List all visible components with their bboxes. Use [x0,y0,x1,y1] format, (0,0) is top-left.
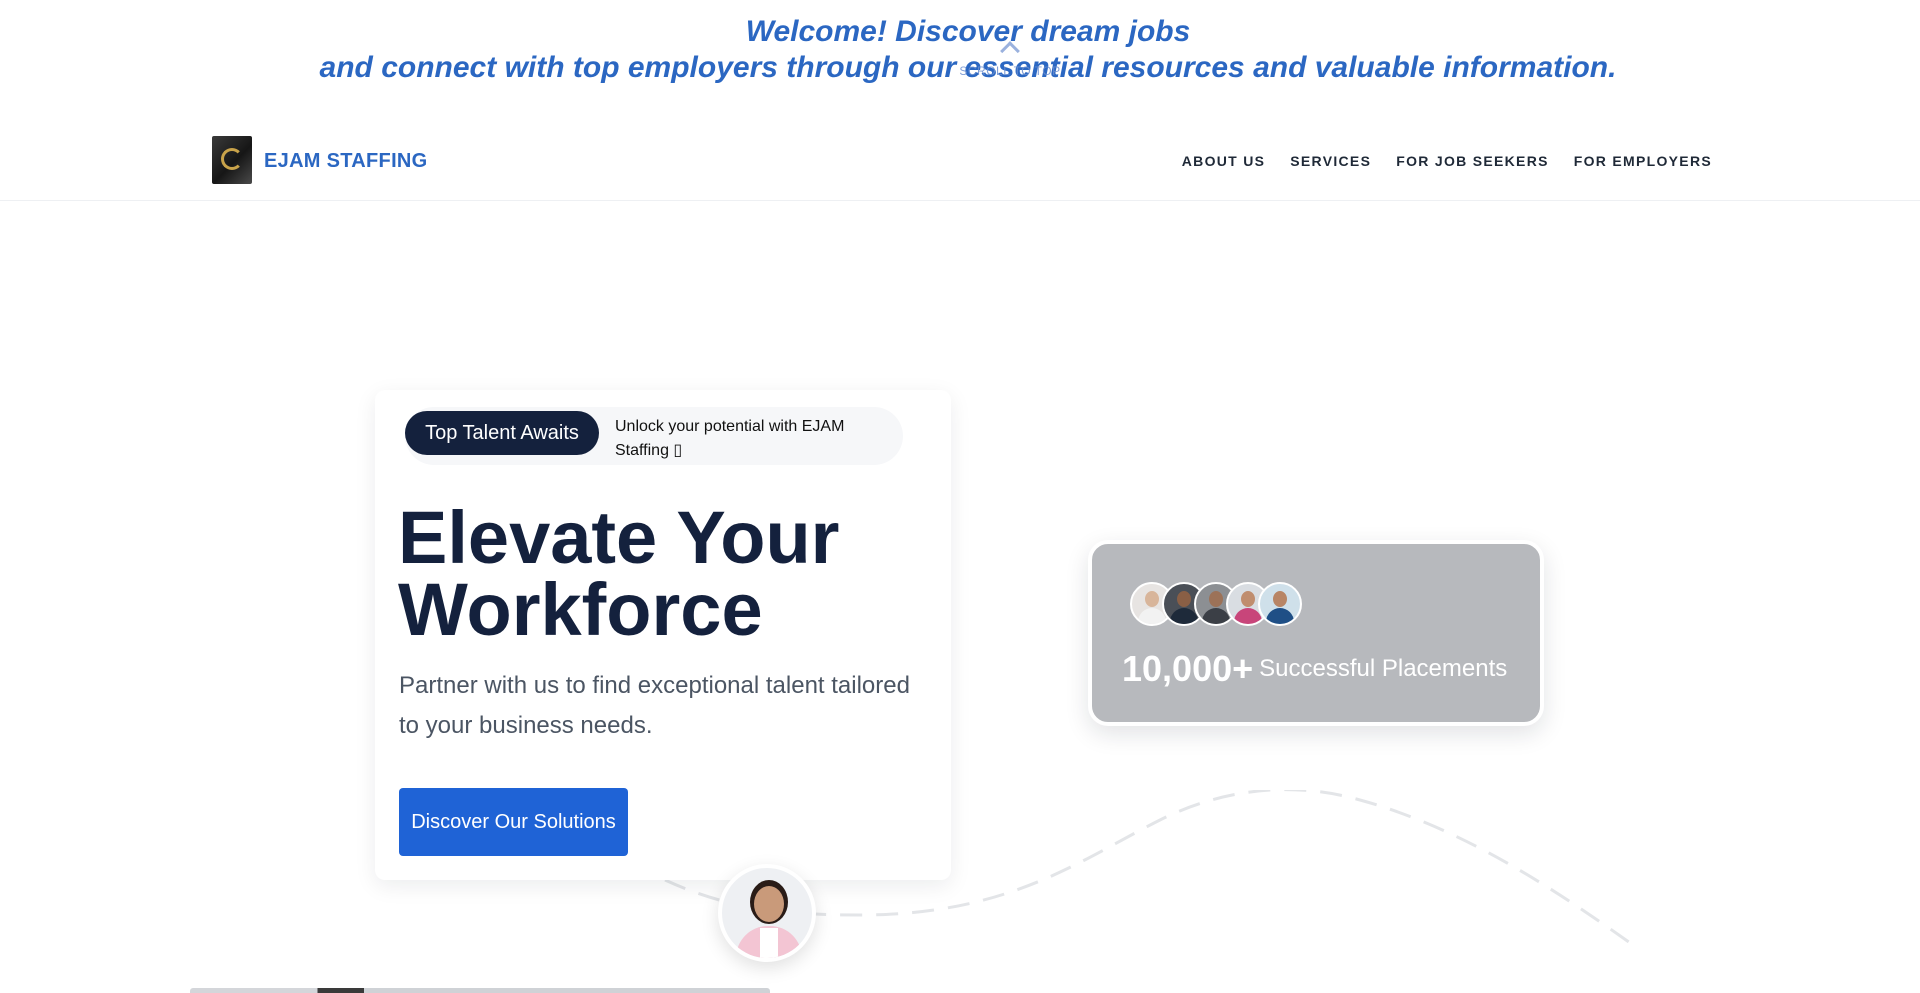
nav-for-employers[interactable]: FOR EMPLOYERS [1574,153,1712,169]
placements-stats-card: 10,000+ Successful Placements [1088,540,1544,726]
main-nav: ABOUT US SERVICES FOR JOB SEEKERS FOR EM… [1182,153,1712,169]
placements-label: Successful Placements [1259,655,1508,682]
placements-count: 10,000+ [1122,648,1254,689]
scroll-to-top-button[interactable]: SCROLL TO TOP [940,41,1080,78]
discover-solutions-button[interactable]: Discover Our Solutions [399,788,628,856]
site-header: EJAM STAFFING ABOUT US SERVICES FOR JOB … [0,120,1920,201]
top-talent-badge: Top Talent Awaits [405,411,599,455]
avatar [718,864,816,962]
hero-title: Elevate Your Workforce [398,501,938,647]
scroll-to-top-label: SCROLL TO TOP [959,64,1061,78]
nav-about-us[interactable]: ABOUT US [1182,153,1266,169]
avatar [1258,582,1302,626]
hero-title-line-1: Elevate Your [398,496,840,579]
nav-for-job-seekers[interactable]: FOR JOB SEEKERS [1396,153,1549,169]
hero-title-line-2: Workforce [398,568,763,651]
nav-services[interactable]: SERVICES [1290,153,1371,169]
brand-name[interactable]: EJAM STAFFING [264,150,428,173]
hero-subtitle: Partner with us to find exceptional tale… [399,672,910,739]
next-section-preview [190,988,770,993]
logo-icon[interactable] [212,136,252,184]
badge-tagline: Unlock your potential with EJAM Staffing… [615,418,845,459]
hero-card: Top Talent Awaits Unlock your potential … [375,390,951,880]
decorative-wave [664,790,1641,952]
stats-line: 10,000+ Successful Placements [1122,648,1507,690]
hero-badge-row: Top Talent Awaits Unlock your potential … [405,407,903,465]
chevron-up-icon [1000,41,1020,61]
